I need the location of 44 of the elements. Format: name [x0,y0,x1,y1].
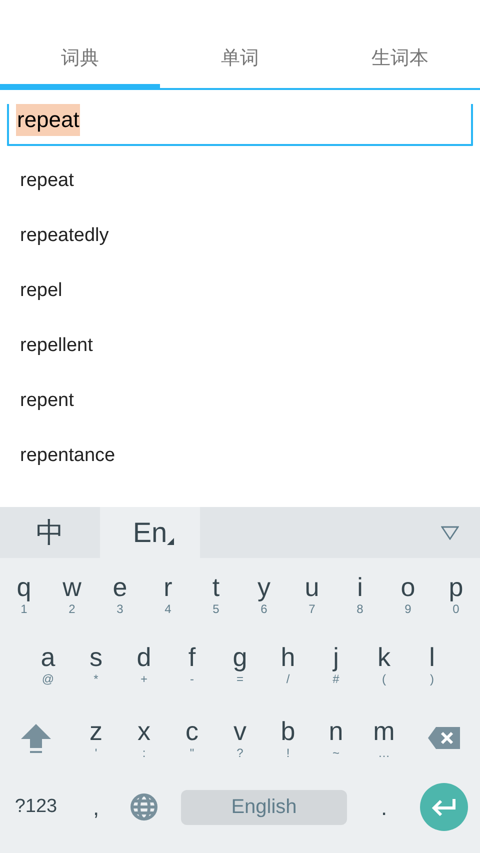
keyboard-key[interactable]: m … [360,708,408,768]
keyboard-key[interactable]: o 9 [384,564,432,624]
keyboard-key[interactable]: i 8 [336,564,384,624]
keyboard-key[interactable]: a @ [24,634,72,694]
keyboard-key[interactable]: g = [216,634,264,694]
keyboard-key[interactable]: w 2 [48,564,96,624]
keyboard-key[interactable]: e 3 [96,564,144,624]
suggestion-item[interactable]: repeatedly [0,209,480,264]
keyboard-key[interactable]: y 6 [240,564,288,624]
suggestion-item[interactable]: repeat [0,154,480,209]
keyboard-key[interactable]: c " [168,708,216,768]
keyboard-key[interactable]: d + [120,634,168,694]
enter-arrow-icon [431,798,457,816]
keyboard-key[interactable]: f - [168,634,216,694]
keyboard-key[interactable]: p 0 [432,564,480,624]
backspace-icon [427,726,461,750]
keyboard-key[interactable]: z ' [72,708,120,768]
keyboard-key[interactable]: q 1 [0,564,48,624]
suggestion-item[interactable]: repent [0,374,480,429]
keyboard-key[interactable]: j # [312,634,360,694]
keyboard-key[interactable]: b ! [264,708,312,768]
tab[interactable]: 生词本 [320,30,480,88]
keyboard-key[interactable]: t 5 [192,564,240,624]
search-field[interactable]: repeat [7,104,473,146]
keyboard-key[interactable]: l ) [408,634,456,694]
comma-key[interactable]: , [72,777,120,837]
keyboard-key[interactable]: v ? [216,708,264,768]
keyboard-key[interactable]: h / [264,634,312,694]
enter-key[interactable] [420,783,468,831]
keyboard-key[interactable]: r 4 [144,564,192,624]
tab[interactable]: 单词 [160,30,320,88]
tab[interactable]: 词典 [0,30,160,88]
language-tab[interactable]: En [100,507,200,558]
suggestion-item[interactable]: repel [0,264,480,319]
keyboard-key[interactable]: u 7 [288,564,336,624]
keyboard-key[interactable]: n ~ [312,708,360,768]
suggestion-item[interactable]: repellent [0,319,480,374]
keyboard-key[interactable]: x : [120,708,168,768]
suggestion-item[interactable]: repentance [0,429,480,484]
keyboard-key[interactable]: k ( [360,634,408,694]
symbols-key[interactable]: ?123 [0,777,72,837]
period-key[interactable]: . [360,777,408,837]
shift-arrow-icon [19,721,53,755]
keyboard-key[interactable]: s * [72,634,120,694]
